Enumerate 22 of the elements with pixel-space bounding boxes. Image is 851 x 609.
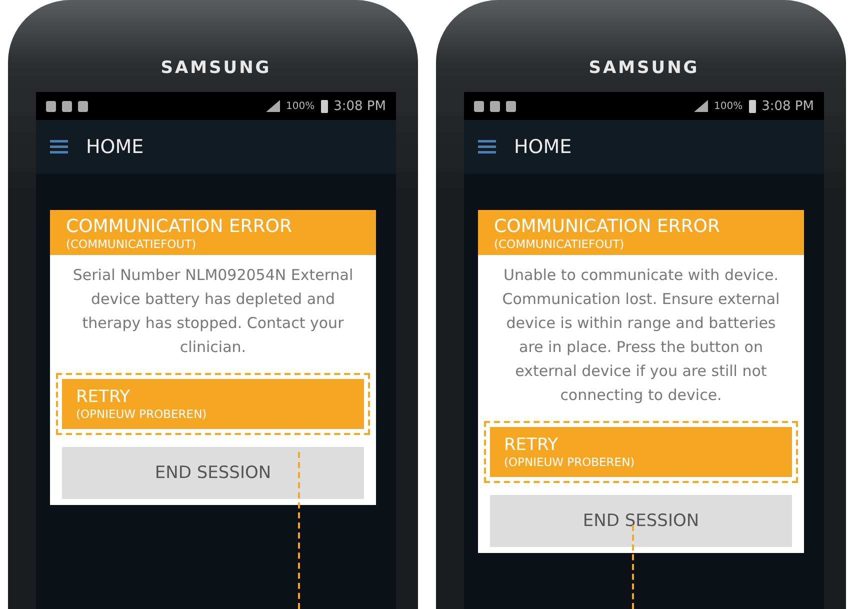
dialog-subtitle: (COMMUNICATIEFOUT) <box>494 237 626 251</box>
dialog-message: Unable to communicate with device. Communication lost. Ensure external device is within range and batteries are in place. Press the button on external device if you are still not connecting to device. <box>501 265 781 406</box>
brand-logo: SAMSUNG <box>160 58 272 78</box>
battery-percent: 100% <box>714 100 743 112</box>
menu-icon[interactable] <box>50 140 68 154</box>
end-session-button[interactable]: END SESSION <box>490 495 792 547</box>
battery-icon <box>320 100 328 112</box>
signal-icon <box>694 100 708 112</box>
dialog-title: COMMUNICATION ERROR <box>66 216 293 237</box>
dialog-title: COMMUNICATION ERROR <box>494 216 721 237</box>
status-time: 3:08 PM <box>334 98 386 114</box>
battery-icon <box>748 100 756 112</box>
app-bar-title: HOME <box>86 136 144 158</box>
brand-logo: SAMSUNG <box>588 58 700 78</box>
dialog-message: Serial Number NLM092054N External device battery has depleted and therapy has stopped. Contact your clinician. <box>72 265 354 358</box>
end-session-button[interactable]: END SESSION <box>62 447 364 499</box>
signal-icon <box>266 100 280 112</box>
battery-percent: 100% <box>286 100 315 112</box>
status-time: 3:08 PM <box>762 98 814 114</box>
menu-icon[interactable] <box>478 140 496 154</box>
app-bar-title: HOME <box>514 136 572 158</box>
dialog-subtitle: (COMMUNICATIEFOUT) <box>66 237 198 251</box>
